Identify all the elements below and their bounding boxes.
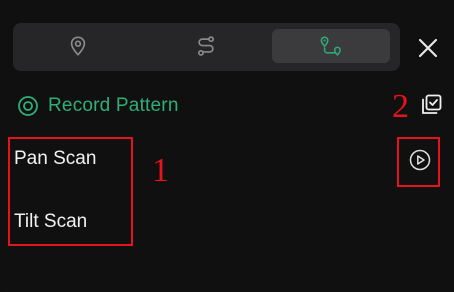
multi-select-checkbox-icon [422, 94, 442, 114]
location-pin-icon [70, 36, 86, 56]
select-multiple-button[interactable] [419, 93, 443, 117]
record-icon [18, 96, 38, 116]
tab-route[interactable] [147, 29, 265, 63]
record-pattern-row[interactable]: Record Pattern [17, 92, 179, 120]
tab-pattern[interactable] [272, 29, 390, 63]
annotation-box-pattern-list [8, 137, 133, 246]
close-icon [418, 38, 438, 58]
tab-location[interactable] [19, 29, 137, 63]
pattern-panel: Record Pattern Pan Scan Tilt Scan 1 2 [0, 0, 454, 292]
annotation-number-2: 2 [392, 88, 409, 125]
tab-bar [13, 23, 400, 71]
route-icon [198, 36, 214, 56]
annotation-number-1: 1 [152, 152, 169, 189]
pattern-route-icon [320, 36, 341, 56]
record-pattern-label: Record Pattern [48, 95, 179, 116]
annotation-box-play [397, 137, 440, 187]
close-button[interactable] [415, 35, 441, 61]
